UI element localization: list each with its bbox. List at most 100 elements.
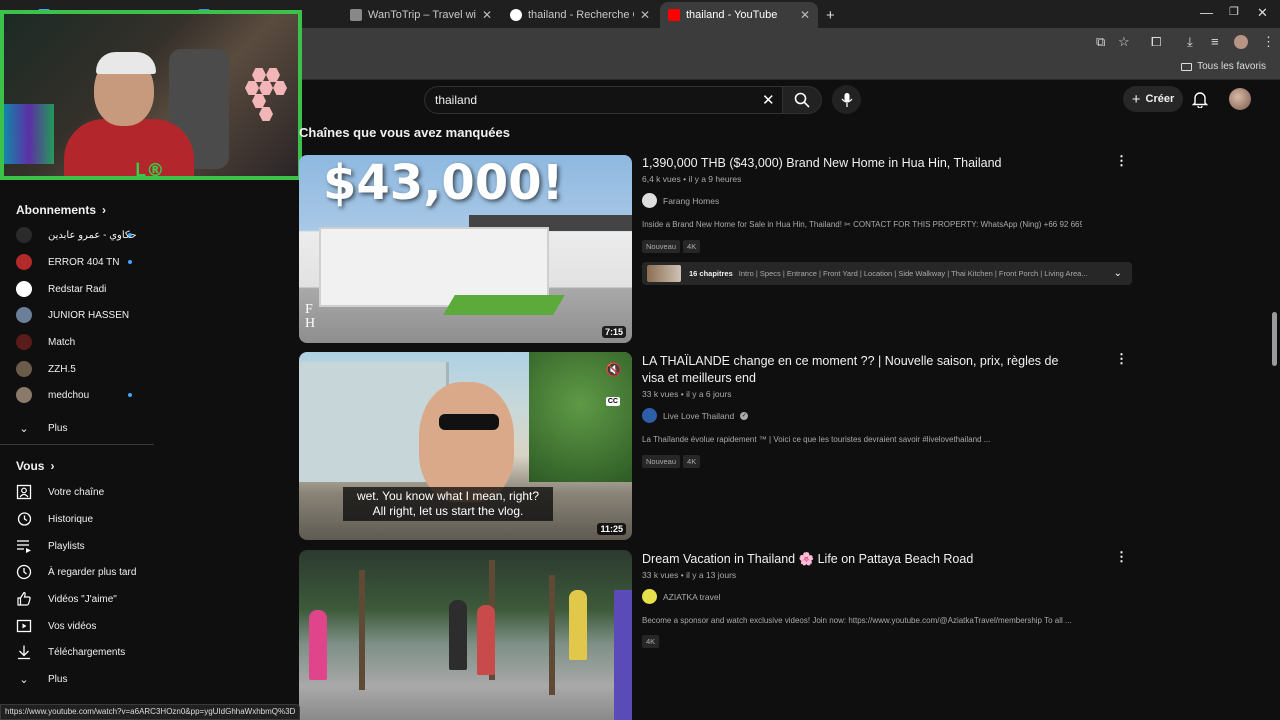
video-menu-icon[interactable]: ⋮ — [1115, 153, 1128, 169]
history-icon — [17, 512, 32, 526]
video-channel[interactable]: Farang Homes — [642, 193, 719, 208]
close-tab-icon[interactable]: ✕ — [482, 8, 492, 22]
browser-tab-wantotrip[interactable]: WanToTrip – Travel with Your Fa ✕ — [342, 2, 500, 28]
video-thumbnail[interactable]: $43,000! F H 7:15 — [299, 155, 632, 343]
channel-avatar — [642, 589, 657, 604]
video-menu-icon[interactable]: ⋮ — [1115, 351, 1128, 367]
video-description: Inside a Brand New Home for Sale in Hua … — [642, 220, 1082, 229]
hexagon-light — [252, 68, 266, 82]
plus-icon: + — [1131, 90, 1141, 108]
sidebar-item-downloads[interactable]: Téléchargements — [16, 641, 146, 663]
sidebar-item-liked-videos[interactable]: Vidéos "J'aime" — [16, 588, 146, 610]
sidebar-item-your-channel[interactable]: Votre chaîne — [16, 481, 146, 503]
notifications-bell-icon[interactable] — [1192, 90, 1208, 108]
thumb-lawn — [443, 295, 565, 315]
create-button[interactable]: + Créer — [1123, 86, 1183, 112]
subscription-label: ZZH.5 — [48, 363, 76, 375]
video-duration: 11:25 — [597, 523, 626, 535]
chevron-down-icon: ⌄ — [19, 422, 29, 435]
all-bookmarks-button[interactable]: Tous les favoris — [1181, 61, 1266, 72]
close-tab-icon[interactable]: ✕ — [800, 8, 810, 22]
like-icon — [17, 591, 31, 606]
hexagon-light — [273, 81, 287, 95]
subscriptions-header[interactable]: Abonnements › — [16, 203, 106, 217]
playlists-icon — [17, 540, 31, 553]
clear-search-icon[interactable]: ✕ — [762, 91, 775, 109]
sidebar-subscription[interactable]: Match — [16, 331, 146, 353]
bookmark-star-icon[interactable]: ☆ — [1118, 34, 1130, 50]
search-input[interactable]: thailand — [424, 86, 789, 114]
subscription-label: Redstar Radi — [48, 283, 107, 295]
video-title[interactable]: Dream Vacation in Thailand 🌸 Life on Pat… — [642, 551, 1082, 568]
streamer-logo: Ꮮ® — [136, 160, 165, 180]
thumb-sunglasses — [439, 414, 499, 430]
channel-avatar — [16, 281, 32, 297]
avatar — [16, 334, 32, 350]
thumb-palm — [359, 570, 365, 690]
video-title[interactable]: LA THAÏLANDE change en ce moment ?? | No… — [642, 353, 1082, 387]
chrome-menu-icon[interactable]: ⋮ — [1262, 34, 1275, 50]
streamer-webcam-overlay: Ꮮ® — [0, 10, 302, 180]
extensions-icon[interactable]: ⧠ — [1151, 34, 1161, 50]
you-more[interactable]: ⌄ Plus — [16, 668, 146, 690]
close-tab-icon[interactable]: ✕ — [640, 8, 650, 22]
minimize-icon[interactable]: — — [1200, 5, 1213, 20]
closed-captions-icon[interactable]: CC — [605, 397, 620, 406]
sidebar-divider — [0, 444, 154, 445]
subscription-label: medchou — [48, 389, 90, 401]
channel-icon — [16, 484, 32, 500]
browser-tab-youtube[interactable]: thailand - YouTube ✕ — [660, 2, 818, 28]
thumb-person — [477, 605, 495, 675]
page-scrollbar[interactable] — [1272, 312, 1277, 366]
video-menu-icon[interactable]: ⋮ — [1115, 549, 1128, 565]
sidebar-subscription[interactable]: ZZH.5 — [16, 358, 146, 380]
new-content-dot — [128, 260, 132, 264]
video-channel[interactable]: AZIATKA travel — [642, 589, 720, 604]
sidebar-item-your-videos[interactable]: Vos vidéos — [16, 615, 146, 637]
rgb-lights — [4, 104, 54, 164]
sidebar-subscription[interactable]: ERROR 404 TN — [16, 251, 146, 273]
section-title: Chaînes que vous avez manquées — [299, 125, 510, 140]
video-description: Become a sponsor and watch exclusive vid… — [642, 616, 1072, 625]
video-meta: 6,4 k vues • il y a 9 heures — [642, 174, 742, 184]
hexagon-light — [259, 107, 273, 121]
install-app-icon[interactable]: ⧉ — [1096, 34, 1105, 50]
channel-avatar — [642, 193, 657, 208]
google-favicon-icon — [510, 9, 522, 21]
downloads-icon[interactable]: ⤓ — [1187, 34, 1193, 50]
sidebar-item-watch-later[interactable]: À regarder plus tard — [16, 561, 146, 583]
video-badges: 4K — [642, 631, 662, 649]
channel-avatar — [16, 227, 32, 243]
media-controls-icon[interactable]: ≡ — [1211, 34, 1219, 49]
video-thumbnail[interactable]: wet. You know what I mean, right? All ri… — [299, 352, 632, 540]
video-chapters[interactable]: 16 chapitres Intro | Specs | Entrance | … — [642, 262, 1132, 285]
video-duration: 7:15 — [601, 326, 626, 338]
hexagon-light — [266, 68, 280, 82]
search-button[interactable] — [782, 86, 822, 114]
new-tab-button[interactable]: + — [818, 2, 842, 28]
close-window-icon[interactable]: ✕ — [1257, 5, 1268, 21]
video-title[interactable]: 1,390,000 THB ($43,000) Brand New Home i… — [642, 155, 1082, 172]
restore-icon[interactable]: ❐ — [1229, 5, 1239, 18]
sidebar-subscription[interactable]: medchou — [16, 384, 146, 406]
sidebar-subscription[interactable]: Redstar Radi — [16, 278, 146, 300]
subscriptions-more[interactable]: ⌄ Plus — [16, 417, 146, 439]
avatar — [16, 361, 32, 377]
voice-search-button[interactable] — [832, 85, 861, 114]
chevron-down-icon: ⌄ — [19, 673, 29, 686]
sidebar-subscription[interactable]: JUNIOR HASSEN — [16, 304, 146, 326]
hexagon-light — [252, 94, 266, 108]
browser-tab-google[interactable]: thailand - Recherche Google ✕ — [502, 2, 658, 28]
sidebar-item-playlists[interactable]: Playlists — [16, 535, 146, 557]
you-header[interactable]: Vous › — [16, 459, 54, 473]
muted-icon[interactable]: 🔇 — [606, 362, 622, 378]
chevron-down-icon[interactable]: ⌄ — [1114, 268, 1122, 279]
sidebar-item-history[interactable]: Historique — [16, 508, 146, 530]
profile-avatar[interactable] — [1234, 35, 1248, 49]
avatar — [16, 307, 32, 323]
sidebar-subscription[interactable]: حكاوي - عمرو عابدين — [16, 224, 146, 246]
video-channel[interactable]: Live Love Thailand ✓ — [642, 408, 749, 423]
streamer-shirt — [64, 119, 194, 176]
account-avatar[interactable] — [1229, 88, 1251, 110]
video-thumbnail[interactable] — [299, 550, 632, 720]
